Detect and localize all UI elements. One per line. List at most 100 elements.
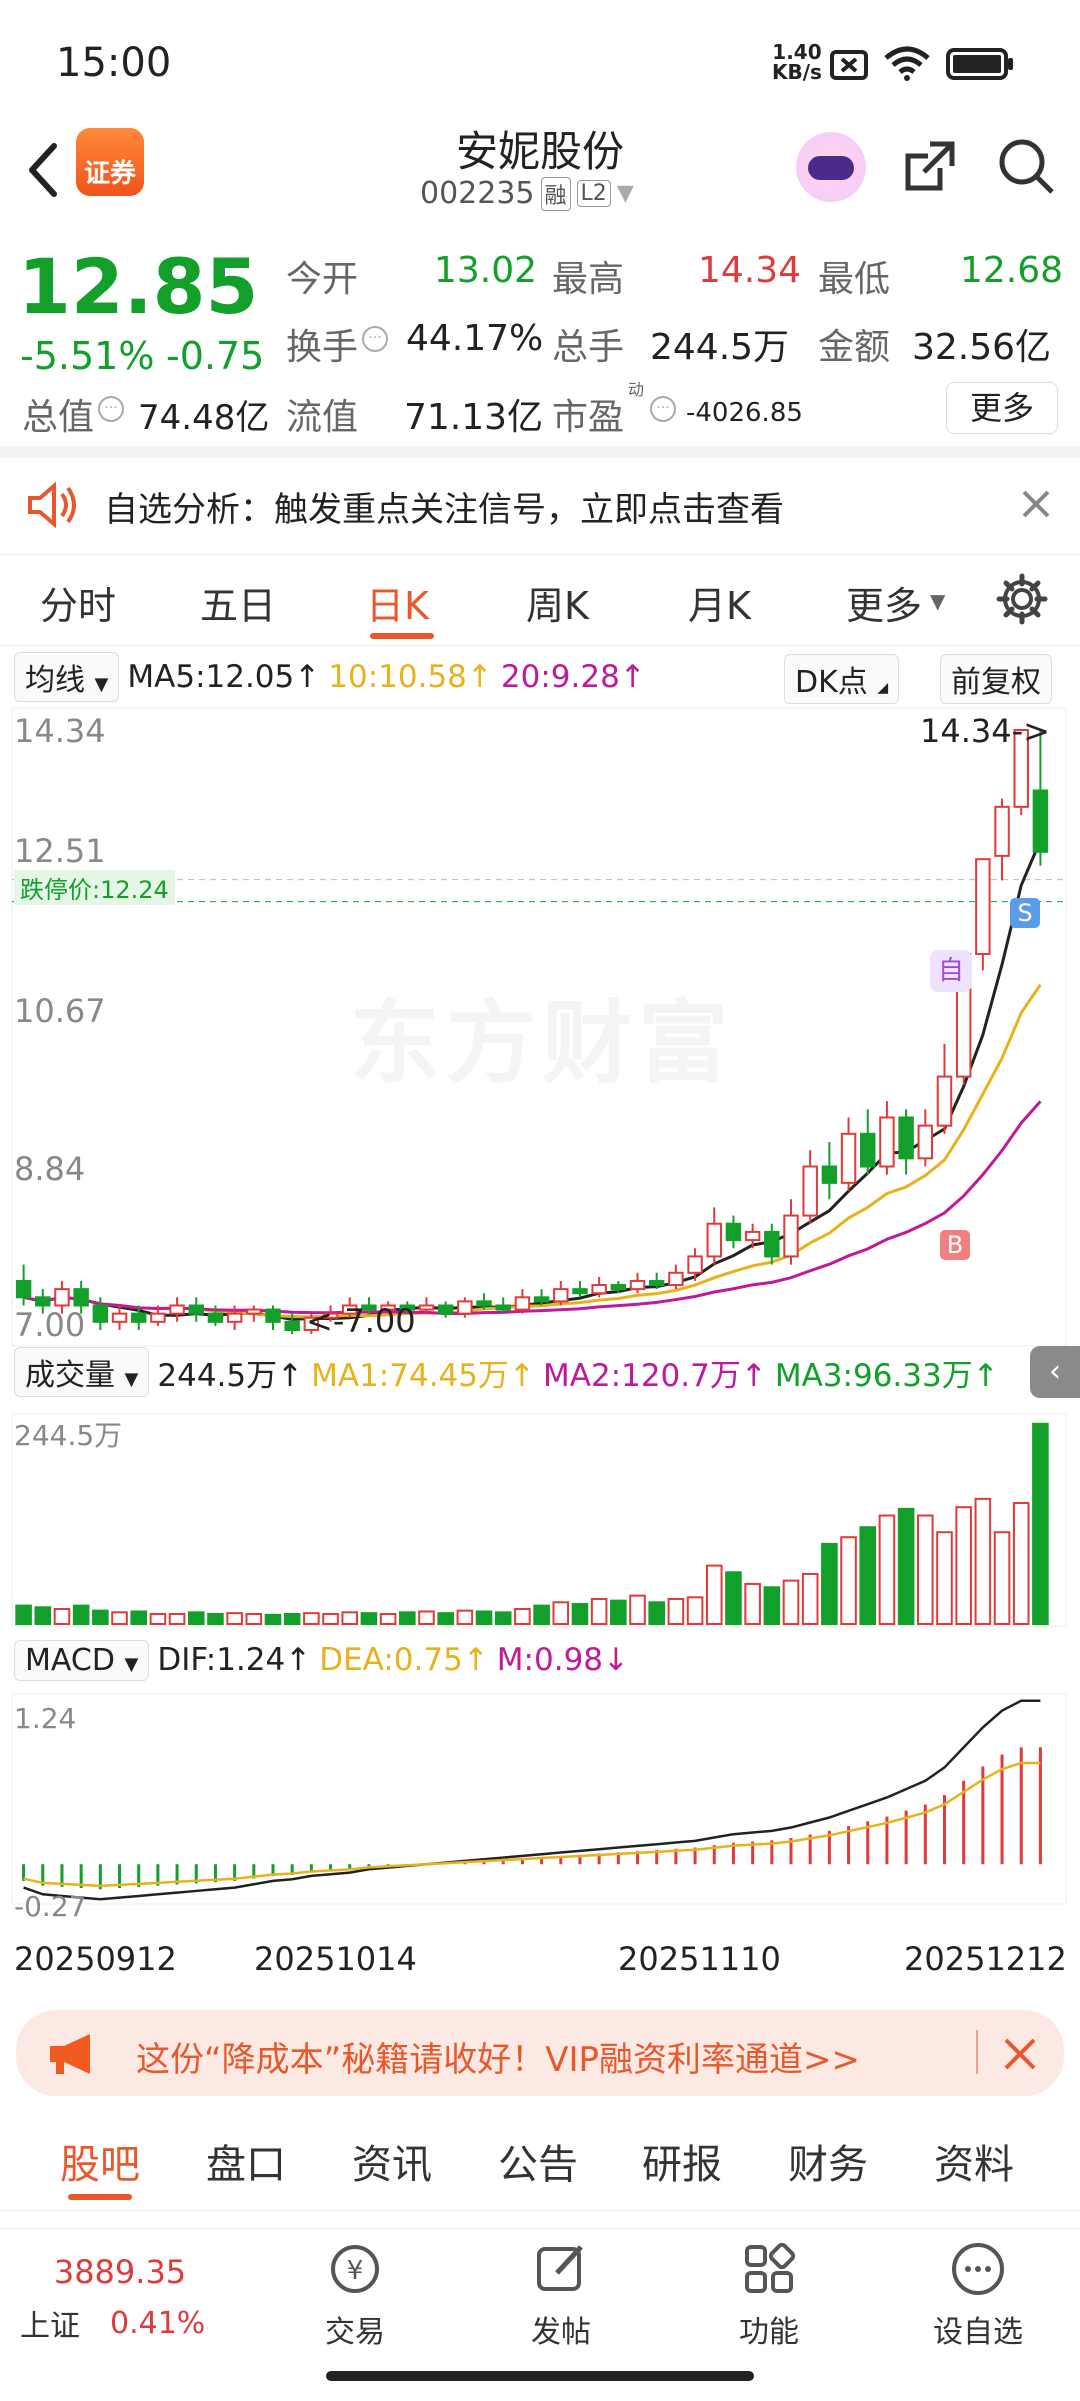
stock-code-row[interactable]: 002235 融 L2 ▼ (420, 176, 634, 211)
index-change: 0.41% (110, 2305, 206, 2341)
nav-post[interactable]: 发帖 (516, 2239, 606, 2351)
volume-bar (111, 1611, 128, 1626)
tab-monthly-k[interactable]: 月K (688, 575, 751, 630)
tab-announcements[interactable]: 公告 (498, 2132, 578, 2190)
pe-value: -4026.85 (686, 398, 803, 428)
index-value: 3889.35 (53, 2253, 187, 2291)
info-icon[interactable]: ··· (650, 396, 676, 422)
tab-five-day[interactable]: 五日 (200, 575, 276, 630)
candle-body (706, 1222, 722, 1258)
volume-bar (571, 1602, 589, 1626)
status-bar: 15:00 1.40 KB/s (0, 0, 1080, 110)
indicator-select[interactable]: 均线 ▼ (14, 652, 120, 702)
self-select-mark[interactable]: 自 (930, 950, 972, 992)
collapse-arrow-icon[interactable]: ‹ (1030, 1346, 1080, 1398)
volume-select[interactable]: 成交量 ▼ (14, 1347, 150, 1397)
volume-bar (303, 1612, 320, 1626)
broker-logo-text: 证券 (83, 159, 136, 189)
volume-bar (725, 1571, 742, 1626)
mcap-value: 74.48亿 (138, 398, 270, 438)
tab-profile[interactable]: 资料 (934, 2132, 1014, 2190)
battery-icon (946, 48, 1013, 80)
adjust-button[interactable]: 前复权 (940, 654, 1052, 704)
trade-icon: ¥ (331, 2245, 379, 2293)
amount-value: 32.56亿 (912, 327, 1052, 368)
promo-banner[interactable]: 这份“降成本”秘籍请收好！VIP融资利率通道>> (16, 2010, 1064, 2096)
close-icon[interactable] (1020, 488, 1052, 520)
candle-body (725, 1222, 742, 1242)
dk-point-button[interactable]: DK点 ◢ (784, 654, 900, 704)
tab-more[interactable]: 更多 (846, 575, 922, 630)
candle-body (265, 1308, 281, 1323)
bottom-nav: 3889.35 上证 0.41% ¥ 交易 发帖 功能 设自选 (0, 2228, 1080, 2401)
content-tabs: 股吧 盘口 资讯 公告 研报 财务 资料 (0, 2110, 1080, 2211)
vol-ma2: MA2:120.7万↑ (542, 1357, 767, 1394)
volume-bar (610, 1599, 627, 1626)
candle-body (879, 1116, 895, 1168)
grid-icon (745, 2242, 796, 2293)
net-speed-value: 1.40 (772, 40, 822, 64)
volume-bar (322, 1612, 339, 1626)
tab-daily-k[interactable]: 日K (366, 575, 429, 630)
macd-select-label: MACD (25, 1642, 115, 1678)
volume-bar (974, 1497, 992, 1625)
volume-value-text: 244.5万 (157, 1357, 278, 1394)
stock-code: 002235 (420, 176, 535, 211)
share-icon[interactable] (900, 136, 960, 196)
divider (976, 2030, 978, 2074)
notice-text: 自选分析：触发重点关注信号，立即点击查看 (104, 490, 784, 530)
tab-research[interactable]: 研报 (642, 2132, 722, 2190)
back-icon[interactable] (22, 140, 62, 200)
volume-bar (437, 1612, 454, 1626)
wifi-icon (884, 46, 930, 81)
volume-bar (418, 1610, 435, 1626)
settings-gear-icon[interactable] (996, 573, 1048, 625)
tab-intraday[interactable]: 分时 (40, 575, 116, 630)
info-icon[interactable]: ··· (362, 326, 388, 352)
volume-bar (149, 1612, 167, 1626)
volume-bar (92, 1609, 109, 1626)
search-icon[interactable] (996, 136, 1056, 196)
l2-tag: L2 (576, 180, 611, 207)
buy-mark[interactable]: B (940, 1230, 970, 1260)
price-axis-label: 14.34 (14, 712, 106, 750)
broker-logo[interactable]: 证券 (76, 128, 144, 196)
tab-news[interactable]: 资讯 (352, 2132, 432, 2190)
kline-legend: 均线 ▼ MA5:12.05↑ 10:10.58↑ 20:9.28↑ (14, 652, 646, 702)
sell-mark[interactable]: S (1010, 898, 1040, 928)
quote-panel: 12.85 -5.51% -0.75 今开 13.02 最高 14.34 最低 … (0, 230, 1080, 455)
low-value: 12.68 (960, 250, 1064, 291)
dropdown-icon: ▼ (616, 181, 634, 206)
watermark: 东方财富 (350, 991, 734, 1096)
candle-body (226, 1312, 243, 1323)
vol-ma1-text: MA1:74.45万 (311, 1357, 509, 1394)
nav-functions[interactable]: 功能 (724, 2239, 814, 2351)
candle-body (284, 1320, 300, 1332)
volume-axis-label: 244.5万 (14, 1419, 123, 1452)
tab-guba[interactable]: 股吧 (60, 2132, 140, 2190)
macd-select[interactable]: MACD ▼ (14, 1639, 150, 1681)
tab-finance[interactable]: 财务 (788, 2132, 868, 2190)
stock-name: 安妮股份 (455, 127, 624, 176)
limit-down-label: 跌停价:12.24 (14, 870, 175, 905)
volume-bar (552, 1601, 570, 1626)
tab-pankou[interactable]: 盘口 (206, 2132, 286, 2190)
index-widget[interactable]: 3889.35 上证 0.41% (20, 2253, 220, 2345)
macd-legend: MACD ▼ DIF:1.24↑ DEA:0.75↑ M:0.98↓ (14, 1638, 629, 1682)
candle-body (744, 1230, 761, 1242)
dif-text: DIF:1.24 (157, 1642, 286, 1678)
volume-bar (878, 1514, 896, 1626)
more-button[interactable]: 更多 (946, 382, 1058, 434)
close-icon[interactable] (1000, 2034, 1040, 2074)
nav-trade[interactable]: ¥ 交易 (310, 2239, 400, 2351)
candle-body (35, 1296, 51, 1307)
candle-body (994, 805, 1010, 857)
last-price: 12.85 (18, 242, 259, 331)
ai-assistant-icon[interactable] (796, 132, 866, 202)
notice-bar[interactable]: 自选分析：触发重点关注信号，立即点击查看 (0, 458, 1080, 555)
volume-bar (379, 1612, 397, 1626)
volume-bar (763, 1586, 781, 1625)
nav-add-watchlist[interactable]: 设自选 (928, 2239, 1028, 2351)
tab-weekly-k[interactable]: 周K (526, 575, 589, 630)
info-icon[interactable]: ··· (98, 396, 124, 422)
